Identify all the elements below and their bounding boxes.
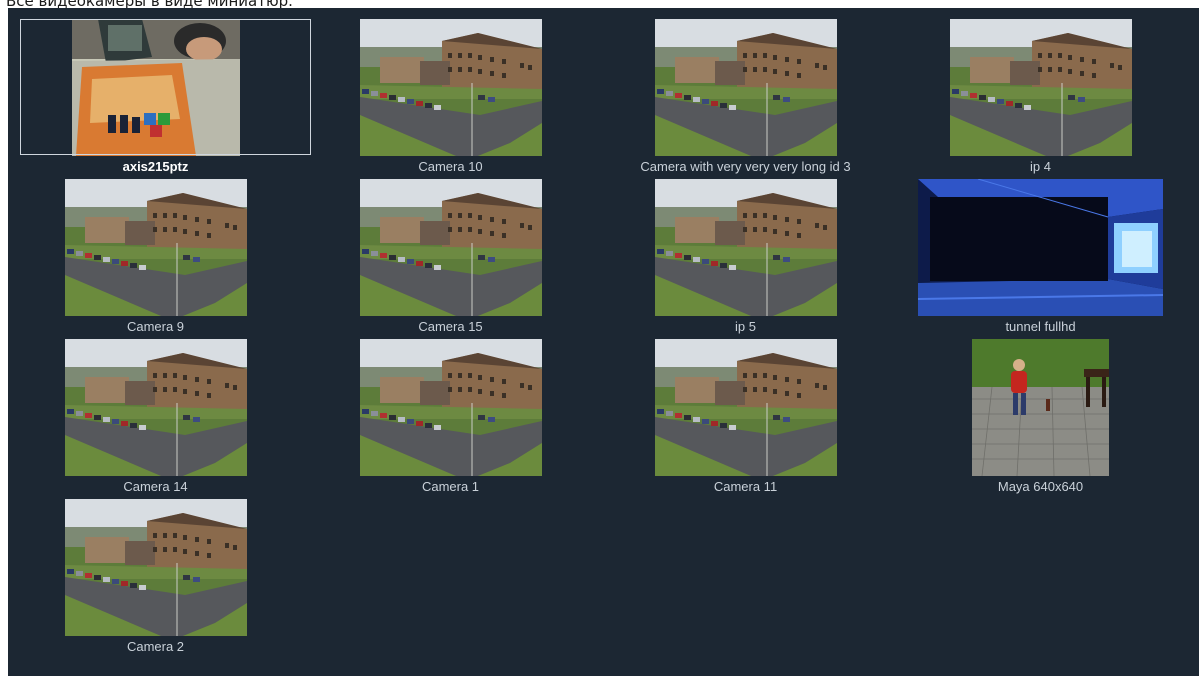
camera-thumbnail-frame <box>8 8 311 156</box>
camera-tile[interactable]: ip 4 <box>893 8 1188 174</box>
camera-preview-image <box>65 499 247 636</box>
camera-tile[interactable]: Camera 1 <box>303 328 598 494</box>
camera-preview-image <box>950 19 1132 156</box>
camera-tile[interactable]: Camera 10 <box>303 8 598 174</box>
camera-thumbnail-frame <box>8 328 303 476</box>
camera-preview-image <box>360 19 542 156</box>
camera-name-label: Maya 640x640 <box>997 479 1084 494</box>
camera-tile[interactable]: Camera 11 <box>598 328 893 494</box>
camera-thumbnail-frame <box>8 168 303 316</box>
camera-preview-image <box>972 339 1109 476</box>
camera-preview-image <box>918 179 1163 316</box>
camera-tile[interactable]: Camera 9 <box>8 168 303 334</box>
camera-thumbnail-frame <box>303 8 598 156</box>
camera-thumbnail-frame <box>893 8 1188 156</box>
camera-thumbnail-frame <box>893 328 1188 476</box>
camera-preview-image <box>655 339 837 476</box>
camera-preview-image <box>65 339 247 476</box>
camera-name-label: Camera 2 <box>126 639 185 654</box>
camera-thumbnail-frame <box>598 168 893 316</box>
camera-tile[interactable]: ip 5 <box>598 168 893 334</box>
camera-thumbnail-frame <box>8 488 303 636</box>
camera-thumbnail-frame <box>598 8 893 156</box>
camera-preview-image <box>360 179 542 316</box>
camera-preview-image <box>65 179 247 316</box>
camera-tile[interactable]: Maya 640x640 <box>893 328 1188 494</box>
camera-thumbnail-frame <box>598 328 893 476</box>
camera-thumbnail-frame <box>303 328 598 476</box>
camera-tile[interactable]: Camera 15 <box>303 168 598 334</box>
camera-preview-image <box>360 339 542 476</box>
camera-tile[interactable]: Camera 14 <box>8 328 303 494</box>
camera-tile[interactable]: Camera with very very very long id 3 <box>598 8 893 174</box>
page-title: Все видеокамеры в виде миниатюр. <box>6 0 293 10</box>
camera-preview-image <box>655 19 837 156</box>
camera-thumbnail-frame <box>303 168 598 316</box>
camera-name-label: Camera 1 <box>421 479 480 494</box>
camera-tile[interactable]: axis215ptz <box>8 8 311 174</box>
camera-thumbnail-grid: axis215ptz Camera 10 Camera with very ve… <box>8 8 1199 676</box>
camera-name-label: Camera 11 <box>713 479 778 494</box>
camera-preview-image <box>655 179 837 316</box>
camera-preview-image <box>72 19 240 156</box>
camera-thumbnail-frame <box>893 168 1188 316</box>
camera-tile[interactable]: tunnel fullhd <box>893 168 1188 334</box>
camera-tile[interactable]: Camera 2 <box>8 488 303 654</box>
